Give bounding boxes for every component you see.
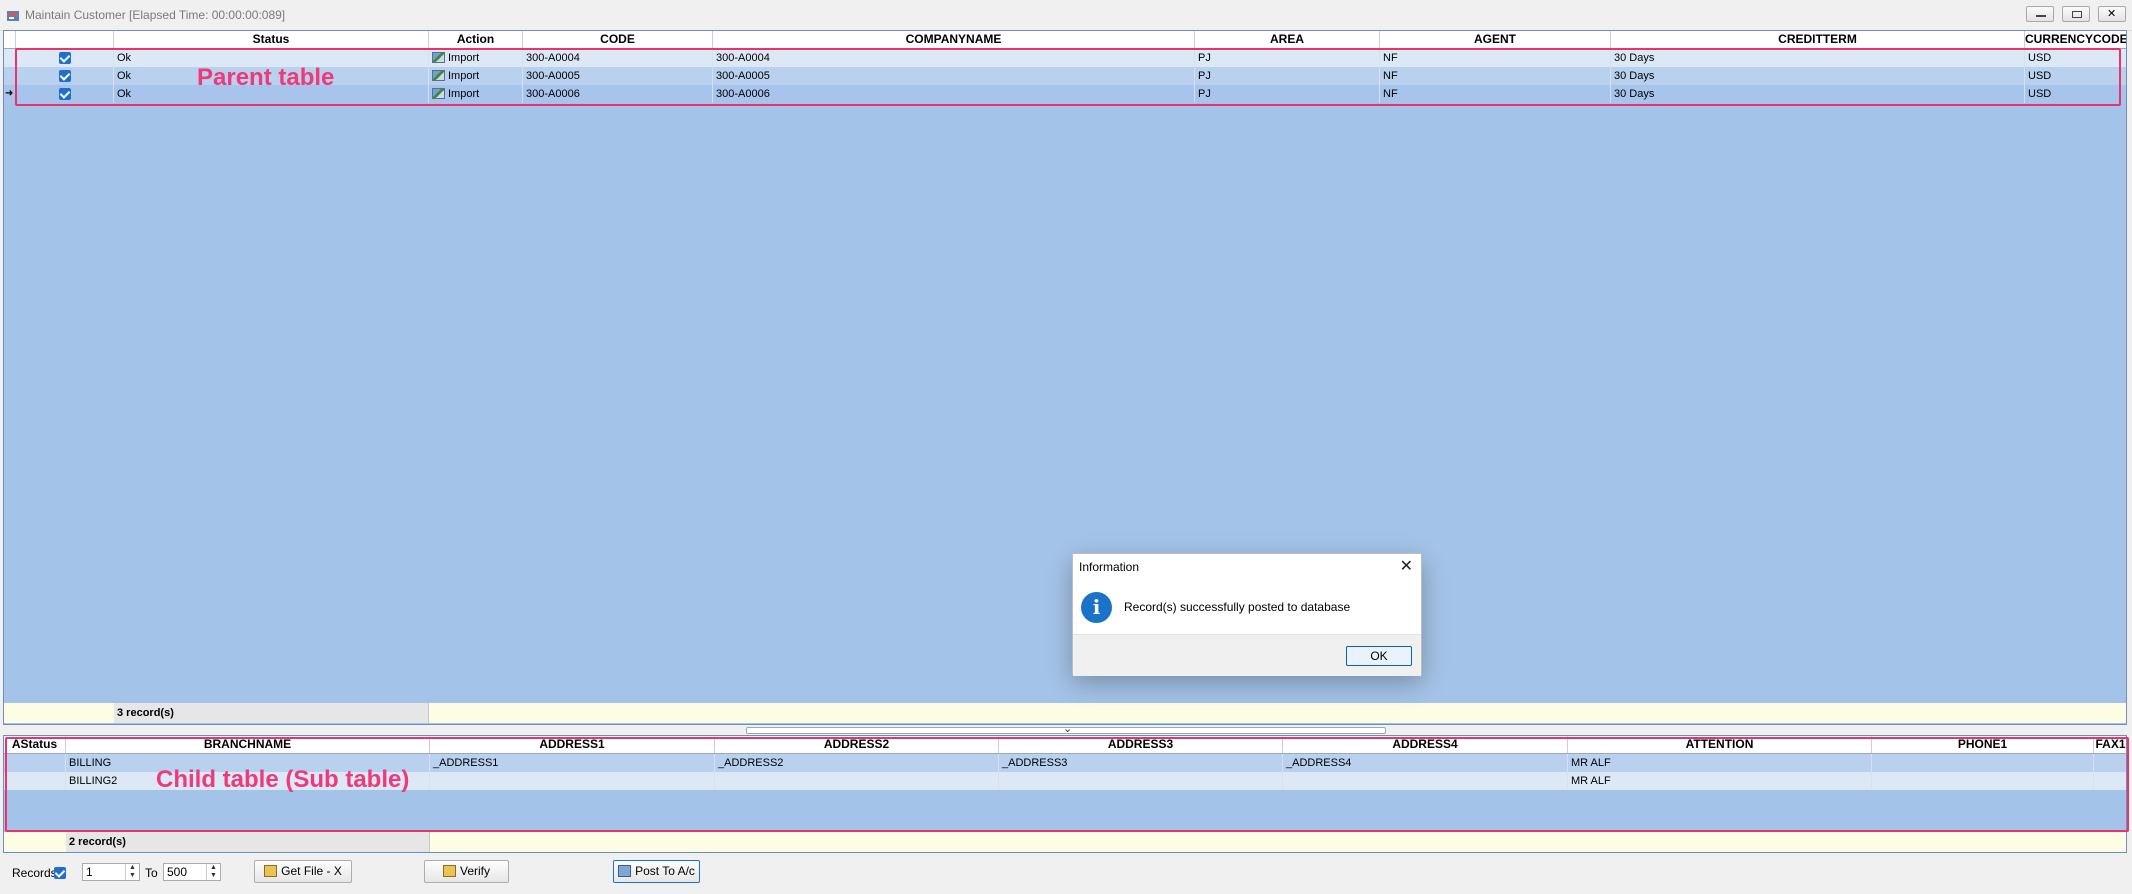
col-area[interactable]: AREA [1195, 31, 1380, 48]
col-agent[interactable]: AGENT [1380, 31, 1611, 48]
col-code[interactable]: CODE [523, 31, 713, 48]
row-indicator-header [4, 31, 16, 48]
minimize-button[interactable] [2026, 6, 2054, 22]
to-label: To [145, 866, 158, 880]
post-label: Post To A/c [635, 864, 695, 878]
records-to-stepper[interactable]: 500 ▲ ▼ [163, 863, 221, 881]
close-window-button[interactable]: ✕ [2098, 6, 2126, 22]
grid-splitter[interactable]: ⌄ [746, 723, 1386, 735]
ok-button[interactable]: OK [1346, 646, 1412, 666]
stepper-arrows-icon[interactable]: ▲ ▼ [206, 864, 220, 880]
bottom-toolbar: Records 1 ▲ ▼ To 500 ▲ ▼ Get File - X Veri… [0, 853, 2132, 894]
child-record-count: 2 record(s) [66, 832, 430, 852]
title-bar: Maintain Customer [Elapsed Time: 00:00:0… [0, 0, 2132, 31]
records-label: Records [12, 866, 57, 880]
col-currencycode[interactable]: CURRENCYCODE [2025, 31, 2126, 48]
records-checkbox[interactable] [54, 867, 66, 879]
get-file-button[interactable]: Get File - X [254, 860, 352, 883]
parent-record-count: 3 record(s) [114, 703, 429, 723]
stepper-arrows-icon[interactable]: ▲ ▼ [125, 864, 139, 880]
window-title: Maintain Customer [Elapsed Time: 00:00:0… [25, 8, 286, 22]
parent-table-annotation: Parent table [197, 64, 335, 91]
close-icon[interactable]: ✕ [1400, 556, 1413, 576]
verify-label: Verify [459, 864, 490, 878]
info-icon: i [1081, 592, 1112, 623]
records-from-value: 1 [86, 865, 93, 879]
parent-grid-header: Status Action CODE COMPANYNAME AREA AGEN… [4, 31, 2126, 49]
restore-button[interactable] [2062, 6, 2090, 22]
information-dialog: Information ✕ i Record(s) successfully p… [1072, 553, 1422, 676]
col-action[interactable]: Action [429, 31, 523, 48]
chevron-down-icon: ⌄ [1063, 723, 1073, 735]
checkbox-header [16, 31, 114, 48]
records-from-stepper[interactable]: 1 ▲ ▼ [82, 863, 140, 881]
verify-icon [442, 865, 456, 877]
col-companyname[interactable]: COMPANYNAME [713, 31, 1195, 48]
app-icon [6, 9, 20, 23]
child-table-annotation: Child table (Sub table) [156, 766, 410, 793]
records-to-value: 500 [167, 865, 188, 879]
post-to-account-button[interactable]: Post To A/c [613, 860, 700, 883]
get-file-label: Get File - X [281, 864, 342, 878]
verify-button[interactable]: Verify [424, 860, 509, 883]
parent-grid-footer: 3 record(s) [4, 703, 2126, 723]
parent-grid[interactable]: Status Action CODE COMPANYNAME AREA AGEN… [3, 30, 2127, 725]
col-creditterm[interactable]: CREDITTERM [1611, 31, 2025, 48]
child-grid-footer: 2 record(s) [4, 832, 2126, 852]
dialog-message: Record(s) successfully posted to databas… [1124, 600, 1351, 614]
dialog-title: Information [1079, 560, 1140, 574]
dialog-footer: OK [1073, 634, 1421, 676]
post-icon [618, 865, 632, 877]
col-status[interactable]: Status [114, 31, 429, 48]
folder-icon [264, 865, 278, 877]
